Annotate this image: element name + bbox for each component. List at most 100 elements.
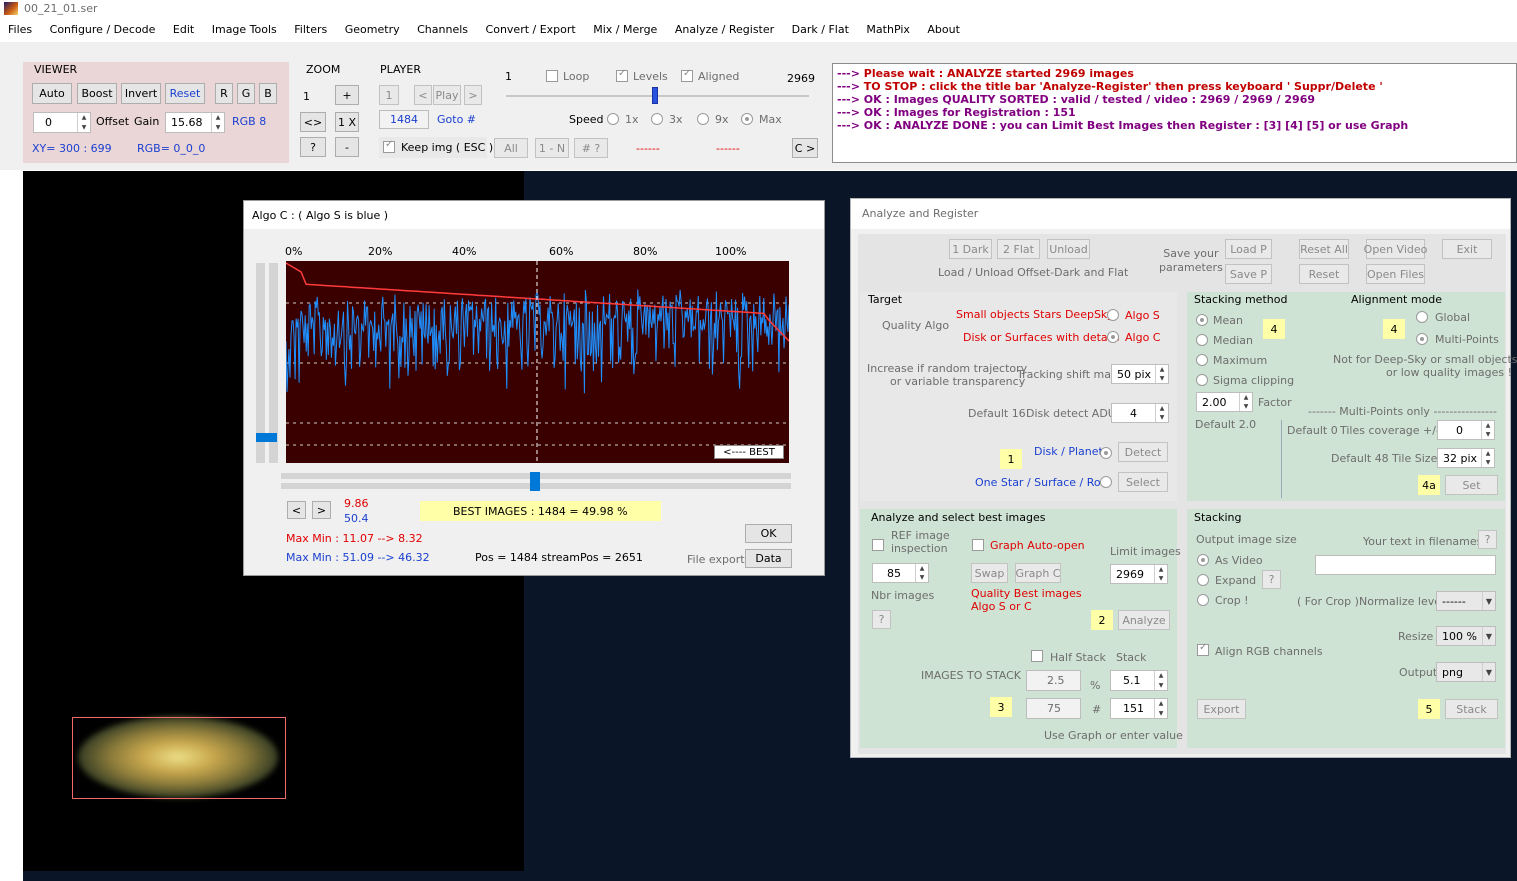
r-channel-button[interactable]: R [215,83,233,104]
hslider-thumb[interactable] [530,472,540,491]
graph-auto-checkbox[interactable] [972,539,984,551]
resize-select[interactable]: 100 % ▼ [1436,626,1496,646]
exit-button[interactable]: Exit [1442,239,1492,259]
offset-input[interactable]: 0 ▲ ▼ [33,112,91,133]
auto-button[interactable]: Auto [32,83,72,104]
tiles-coverage-spinner[interactable]: ▲ ▼ [1481,421,1494,439]
rgb-mode[interactable]: RGB 8 [232,115,266,128]
all-button[interactable]: All [494,138,528,158]
menu-configure[interactable]: Configure / Decode [50,23,156,36]
quality-graph[interactable] [286,261,789,463]
speed-max-radio[interactable] [741,113,753,125]
sigma-radio[interactable] [1196,374,1208,386]
detect-button[interactable]: Detect [1118,442,1168,462]
swap-button[interactable]: Swap [971,563,1008,583]
graph-vertical-slider[interactable] [256,263,278,463]
prev-frame-button[interactable]: < [414,85,432,105]
normalize-select[interactable]: ------ ▼ [1436,591,1496,611]
gain-spinner[interactable]: ▲ ▼ [211,113,224,132]
menu-filters[interactable]: Filters [294,23,327,36]
graph-prev-button[interactable]: < [287,501,306,519]
set-button[interactable]: Set [1445,475,1498,495]
load-params-button[interactable]: Load P [1225,239,1272,259]
current-frame-input[interactable]: 1484 [379,110,429,129]
algo-c-radio[interactable] [1107,331,1119,343]
invert-button[interactable]: Invert [121,83,161,104]
graph-data-button[interactable]: Data [745,549,792,568]
limit-images-input[interactable]: 2969 ▲ ▼ [1110,564,1168,584]
half-stack-checkbox[interactable] [1031,650,1043,662]
zoom-help-button[interactable]: ? [300,137,326,157]
menu-geometry[interactable]: Geometry [345,23,400,36]
menu-files[interactable]: Files [8,23,32,36]
play-button[interactable]: Play [433,85,461,105]
graph-next-button[interactable]: > [312,501,331,519]
analyze-button[interactable]: Analyze [1118,610,1170,630]
export-button[interactable]: Export [1197,699,1246,719]
load-flat-button[interactable]: 2 Flat [997,239,1040,259]
vslider-thumb[interactable] [256,433,277,442]
selection-roi[interactable] [72,717,286,799]
frame-slider[interactable] [506,87,809,104]
ref-image-spinner[interactable]: ▲ ▼ [915,564,928,582]
hash-button[interactable]: # ? [574,138,608,158]
factor-spinner[interactable]: ▲ ▼ [1239,393,1252,411]
menu-edit[interactable]: Edit [173,23,194,36]
global-radio[interactable] [1416,311,1428,323]
maximum-radio[interactable] [1196,354,1208,366]
filename-text-input[interactable] [1315,555,1496,575]
filename-help-button[interactable]: ? [1478,530,1497,549]
stack-num-spinner[interactable]: ▲ ▼ [1154,699,1167,718]
tile-size-input[interactable]: 32 pix ▲ ▼ [1437,448,1495,468]
graph-ok-button[interactable]: OK [745,524,792,543]
menu-convert[interactable]: Convert / Export [486,23,576,36]
graph-horizontal-slider[interactable] [281,472,791,491]
speed-1x-radio[interactable] [607,113,619,125]
half-pct-input[interactable]: 2.5 [1026,670,1081,691]
reset-all-button[interactable]: Reset All [1299,239,1349,259]
multipoints-radio[interactable] [1416,333,1428,345]
reset-ar-button[interactable]: Reset [1299,264,1349,284]
tiles-coverage-input[interactable]: 0 ▲ ▼ [1437,420,1495,440]
c-button[interactable]: C > [792,138,818,158]
half-num-input[interactable]: 75 [1026,698,1081,719]
limit-images-spinner[interactable]: ▲ ▼ [1154,565,1167,583]
tile-size-spinner[interactable]: ▲ ▼ [1481,449,1494,467]
next-frame-button[interactable]: > [464,85,482,105]
levels-checkbox[interactable] [616,68,628,82]
output-format-select[interactable]: png ▼ [1436,662,1496,682]
menu-about[interactable]: About [927,23,960,36]
stack-num-input[interactable]: 151 ▲ ▼ [1110,698,1168,719]
ref-image-input[interactable]: 85 ▲ ▼ [872,563,929,583]
tracking-input[interactable]: 50 pix ▲ ▼ [1111,364,1169,384]
open-video-button[interactable]: Open Video [1364,239,1427,259]
goto-link[interactable]: Goto # [437,113,476,126]
zoom-out-button[interactable]: - [335,137,359,157]
open-files-button[interactable]: Open Files [1366,264,1425,284]
disk-planet-radio[interactable] [1100,447,1112,459]
first-frame-button[interactable]: 1 [379,85,399,105]
load-dark-button[interactable]: 1 Dark [949,239,992,259]
aligned-checkbox[interactable] [681,68,693,82]
output-format-dropdown[interactable]: ▼ [1482,663,1495,681]
crop-radio[interactable] [1197,594,1209,606]
ar-titlebar[interactable]: Analyze and Register [851,199,1510,229]
tracking-spinner[interactable]: ▲ ▼ [1155,365,1168,383]
frame-slider-thumb[interactable] [652,87,658,104]
offset-spinner[interactable]: ▲ ▼ [77,113,90,132]
b-channel-button[interactable]: B [259,83,277,104]
stack-button[interactable]: Stack [1445,699,1498,719]
speed-9x-radio[interactable] [697,113,709,125]
mean-radio[interactable] [1196,314,1208,326]
one-star-radio[interactable] [1100,476,1112,488]
menu-dark-flat[interactable]: Dark / Flat [792,23,849,36]
save-params-button[interactable]: Save P [1225,264,1272,284]
menu-channels[interactable]: Channels [417,23,468,36]
menu-image-tools[interactable]: Image Tools [212,23,277,36]
title-bar[interactable]: 00_21_01.ser [0,0,1517,18]
menu-analyze[interactable]: Analyze / Register [675,23,774,36]
normalize-dropdown[interactable]: ▼ [1482,592,1495,610]
align-rgb-checkbox[interactable] [1197,642,1209,656]
graph-titlebar[interactable]: Algo C : ( Algo S is blue ) [244,201,824,229]
resize-dropdown[interactable]: ▼ [1482,627,1495,645]
